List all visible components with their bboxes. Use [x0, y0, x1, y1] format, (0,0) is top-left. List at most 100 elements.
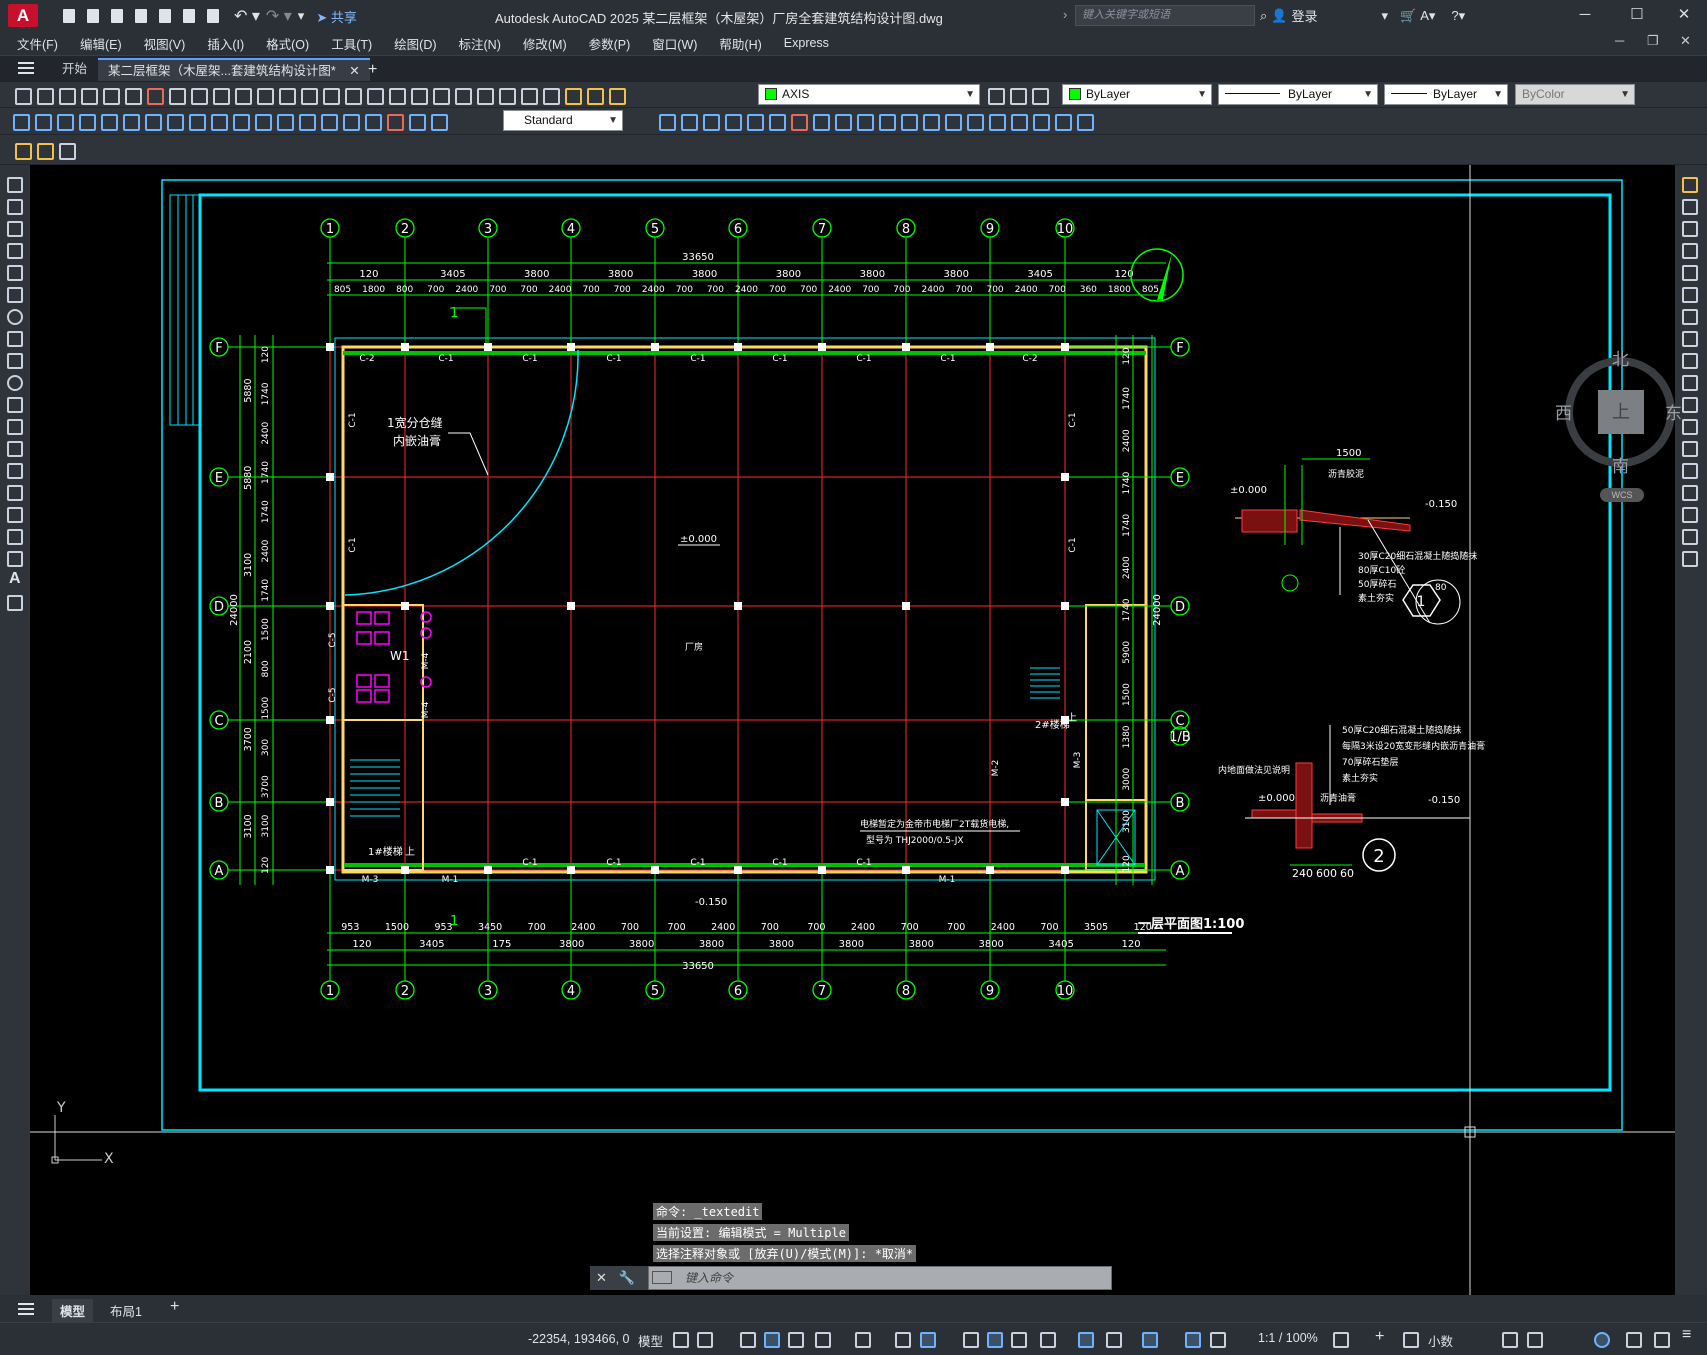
point-icon[interactable] — [7, 463, 23, 479]
menu-parametric[interactable]: 参数(P) — [578, 34, 642, 53]
object-snap-icon[interactable] — [920, 1332, 936, 1348]
paste-icon[interactable] — [210, 85, 230, 105]
visual-style-icon[interactable] — [898, 111, 918, 131]
autodesk-account-icon[interactable]: A▾ — [1420, 8, 1435, 24]
view-front-icon[interactable] — [744, 111, 764, 131]
circle-icon[interactable] — [7, 309, 23, 325]
ellipse-icon[interactable] — [7, 375, 23, 391]
print-icon[interactable] — [204, 7, 222, 25]
minimize-button[interactable]: ─ — [1565, 2, 1605, 28]
make-current-layer-icon[interactable] — [985, 85, 1005, 105]
transparency-icon[interactable] — [987, 1332, 1003, 1348]
menu-insert[interactable]: 插入(I) — [196, 34, 255, 53]
layer-freeze-icon[interactable] — [584, 85, 604, 105]
view-back-icon[interactable] — [766, 111, 786, 131]
ortho-icon[interactable] — [788, 1332, 804, 1348]
ellipse-arc-icon[interactable] — [7, 397, 23, 413]
jog-line-icon[interactable] — [362, 111, 382, 131]
qnew-icon[interactable] — [12, 85, 32, 105]
properties-icon[interactable] — [408, 85, 428, 105]
workspace-settings-icon[interactable] — [34, 140, 54, 160]
doc-close-button[interactable]: ✕ — [1680, 33, 1691, 49]
floor-plan-drawing[interactable]: 1 2 3 4 5 6 7 8 9 10 1 2 3 4 5 6 7 8 9 10 FEDCBA FEDCBA1/B… — [30, 165, 1675, 1295]
explode-icon[interactable] — [1682, 551, 1698, 567]
save-icon[interactable] — [108, 7, 126, 25]
mirror-icon[interactable] — [1682, 221, 1698, 237]
grid-icon[interactable] — [673, 1332, 689, 1348]
save-icon[interactable] — [56, 85, 76, 105]
rotate-icon[interactable] — [1682, 309, 1698, 325]
menu-format[interactable]: 格式(O) — [255, 34, 320, 53]
construction-line-icon[interactable] — [7, 199, 23, 215]
offset-icon[interactable] — [1682, 243, 1698, 259]
preview-icon[interactable] — [100, 85, 120, 105]
space-icon[interactable] — [252, 111, 272, 131]
selection-cycling-icon[interactable] — [1011, 1332, 1027, 1348]
close-button[interactable]: ✕ — [1664, 2, 1704, 28]
revcloud-icon[interactable] — [7, 331, 23, 347]
selection-filter-icon[interactable] — [1106, 1332, 1122, 1348]
tool-palettes-icon[interactable] — [452, 85, 472, 105]
menu-edit[interactable]: 编辑(E) — [69, 34, 133, 53]
tab-layout1[interactable]: 布局1 — [102, 1299, 150, 1322]
conceptual-icon[interactable] — [964, 111, 984, 131]
qat-dropdown-icon[interactable]: ▾ — [298, 8, 305, 24]
units-icon[interactable] — [1403, 1332, 1419, 1348]
3d-osnap-icon[interactable] — [1040, 1332, 1056, 1348]
dim-text-edit-icon[interactable] — [406, 111, 426, 131]
blend-icon[interactable] — [1682, 529, 1698, 545]
ucs-previous-icon[interactable] — [1030, 111, 1050, 131]
copy-object-icon[interactable] — [1682, 199, 1698, 215]
undo-icon[interactable]: ↶ ▾ — [234, 6, 260, 26]
infer-constraints-icon[interactable] — [740, 1332, 756, 1348]
export-icon[interactable] — [180, 7, 198, 25]
layer-tools-icon[interactable] — [56, 140, 76, 160]
ucs-face-icon[interactable] — [1052, 111, 1072, 131]
view-nw-icon[interactable] — [854, 111, 874, 131]
hatch-icon[interactable] — [7, 485, 23, 501]
region-icon[interactable] — [7, 529, 23, 545]
menu-dimension[interactable]: 标注(N) — [448, 34, 512, 53]
menu-help[interactable]: 帮助(H) — [708, 34, 772, 53]
open-file-icon[interactable] — [84, 7, 102, 25]
workspace-switch-icon[interactable] — [1333, 1332, 1349, 1348]
break-icon[interactable] — [274, 111, 294, 131]
viewcube-north[interactable]: 北 — [1612, 345, 1629, 370]
tolerance-icon[interactable] — [296, 111, 316, 131]
snap-icon[interactable] — [697, 1332, 713, 1348]
quick-dim-icon[interactable] — [186, 111, 206, 131]
command-prompt-icon[interactable] — [652, 1271, 672, 1284]
layout-menu-icon[interactable] — [18, 1303, 34, 1315]
polyline-icon[interactable] — [7, 221, 23, 237]
viewcube-east[interactable]: 东 — [1665, 399, 1682, 424]
new-tab-button[interactable]: + — [358, 58, 387, 81]
lock-ui-icon[interactable] — [1527, 1332, 1543, 1348]
login-link[interactable]: 登录 — [1291, 6, 1317, 25]
baseline-icon[interactable] — [208, 111, 228, 131]
quick-properties-icon[interactable] — [1502, 1332, 1518, 1348]
annotation-monitor-icon[interactable]: + — [1375, 1328, 1384, 1346]
dropdown-icon[interactable]: ▾ — [1381, 8, 1388, 24]
object-snap-tracking-icon[interactable] — [895, 1332, 911, 1348]
make-block-icon[interactable] — [7, 441, 23, 457]
isodraft-icon[interactable] — [855, 1332, 871, 1348]
polar-icon[interactable] — [815, 1332, 831, 1348]
radius-icon[interactable] — [98, 111, 118, 131]
customize-menu-icon[interactable]: ≡ — [1682, 1326, 1691, 1344]
layer-properties-icon[interactable] — [540, 85, 560, 105]
share-button[interactable]: ➤ 共享 — [316, 7, 357, 26]
view-top-icon[interactable] — [656, 111, 676, 131]
layer-previous-icon[interactable] — [1007, 85, 1027, 105]
command-close-icon[interactable]: ✕ — [596, 1270, 607, 1285]
ucs-object-icon[interactable] — [1074, 111, 1094, 131]
array-icon[interactable] — [1682, 265, 1698, 281]
search-expand-icon[interactable]: › — [1063, 7, 1067, 22]
isolate-objects-icon[interactable] — [1594, 1332, 1610, 1348]
zoom-previous-icon[interactable] — [386, 85, 406, 105]
cart-icon[interactable]: 🛒 — [1400, 8, 1416, 24]
clean-screen-icon[interactable] — [1654, 1332, 1670, 1348]
linetype-dropdown[interactable]: ByLayer ▼ — [1218, 84, 1378, 105]
model-space-toggle[interactable]: 模型 — [638, 1331, 663, 1350]
linear-dim-icon[interactable] — [10, 111, 30, 131]
realistic-icon[interactable] — [942, 111, 962, 131]
